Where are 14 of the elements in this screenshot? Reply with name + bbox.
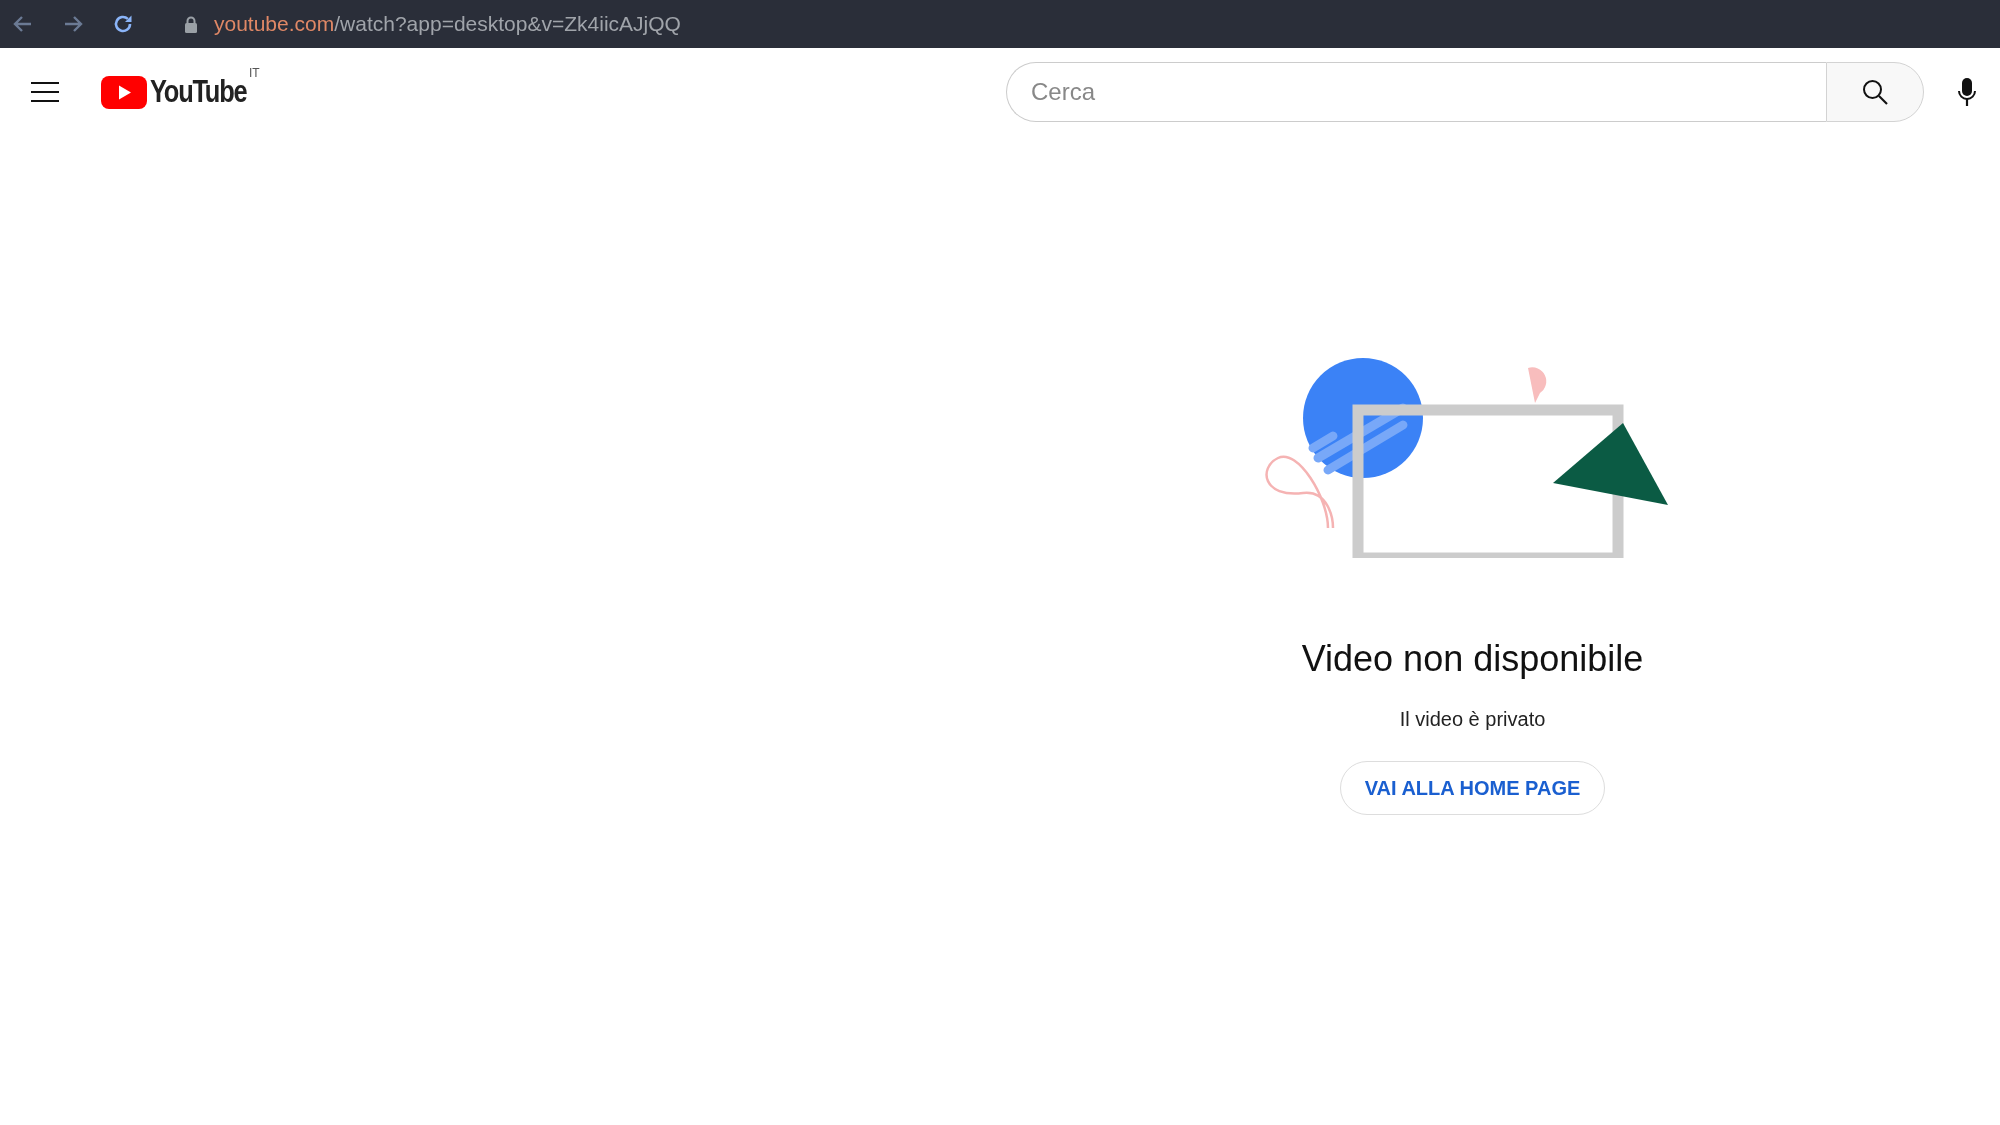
search-button[interactable] bbox=[1826, 62, 1924, 122]
url-text: youtube.com/watch?app=desktop&v=Zk4iicAJjQQ bbox=[214, 12, 681, 36]
lock-icon bbox=[184, 15, 198, 33]
error-title: Video non disponibile bbox=[1301, 638, 1644, 680]
search-icon bbox=[1861, 78, 1889, 106]
home-page-button[interactable]: VAI ALLA HOME PAGE bbox=[1339, 761, 1606, 815]
search-field[interactable]: Cerca bbox=[1006, 62, 1826, 122]
region-code: IT bbox=[249, 66, 260, 80]
logo-text[interactable]: YouTube bbox=[150, 74, 247, 110]
play-logo-icon[interactable] bbox=[101, 75, 147, 109]
error-subtitle: Il video è privato bbox=[1399, 708, 1546, 731]
menu-icon[interactable] bbox=[30, 81, 60, 103]
reload-icon[interactable] bbox=[112, 13, 134, 35]
microphone-icon[interactable] bbox=[1958, 77, 1976, 107]
